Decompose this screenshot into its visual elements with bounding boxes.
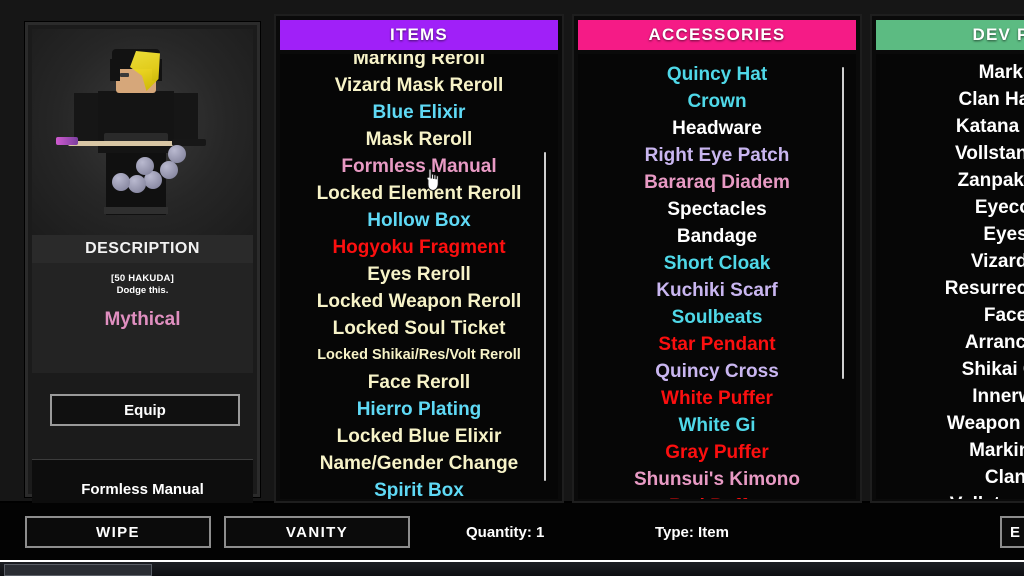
- column-header-items: ITEMS: [280, 20, 558, 50]
- list-item[interactable]: Blue Elixir: [280, 99, 558, 126]
- list-item[interactable]: Bandage: [578, 223, 856, 250]
- list-item[interactable]: Resurreccion C: [876, 275, 1024, 302]
- column-header-dev-products: DEV PRO: [876, 20, 1024, 50]
- list-item[interactable]: Eyes R: [876, 221, 1024, 248]
- list-item[interactable]: Vollstandig N: [876, 140, 1024, 167]
- list-item[interactable]: Locked Element Reroll: [280, 180, 558, 207]
- list-item[interactable]: Spectacles: [578, 196, 856, 223]
- game-screen: DESCRIPTION [50 HAKUDA] Dodge this. Myth…: [0, 0, 1024, 576]
- scrollbar-items[interactable]: [544, 151, 546, 482]
- column-accessories: ACCESSORIES Quincy Hat Crown Headware Right …: [572, 14, 862, 503]
- list-item[interactable]: Quincy Hat: [578, 61, 856, 88]
- column-list-items[interactable]: Marking Reroll Vizard Mask Reroll Blue Eli…: [280, 54, 558, 499]
- list-item[interactable]: Clan Hair Sh: [876, 86, 1024, 113]
- list-item[interactable]: Spirit Box: [280, 477, 558, 499]
- description-flavor-line: Dodge this.: [116, 285, 169, 296]
- avatar-arm-right: [172, 93, 198, 145]
- list-item[interactable]: Zanpakuto C: [876, 167, 1024, 194]
- description-stat-line: [50 HAKUDA]: [111, 273, 174, 284]
- list-item[interactable]: Marking: [876, 59, 1024, 86]
- column-header-accessories: ACCESSORIES: [578, 20, 856, 50]
- list-item[interactable]: Katana Hilt/H: [876, 113, 1024, 140]
- avatar-arm-left: [74, 93, 100, 145]
- list-item[interactable]: Crown: [578, 88, 856, 115]
- vanity-button[interactable]: VANITY: [224, 516, 410, 548]
- list-item[interactable]: Locked Weapon Reroll: [280, 288, 558, 315]
- list-item[interactable]: Hollow Box: [280, 207, 558, 234]
- inventory-panel: DESCRIPTION [50 HAKUDA] Dodge this. Myth…: [0, 0, 1024, 560]
- list-item[interactable]: Formless Manual: [280, 153, 558, 180]
- list-item[interactable]: Quincy Cross: [578, 358, 856, 385]
- list-item[interactable]: Innerworl: [876, 383, 1024, 410]
- list-item[interactable]: Headware: [578, 115, 856, 142]
- avatar-hair-side-left: [110, 59, 120, 81]
- list-item[interactable]: Locked Shikai/Res/Volt Reroll: [280, 342, 558, 369]
- list-item[interactable]: Marking R: [876, 437, 1024, 464]
- list-item[interactable]: Gray Puffer: [578, 439, 856, 466]
- list-item[interactable]: Locked Soul Ticket: [280, 315, 558, 342]
- list-item[interactable]: White Puffer: [578, 385, 856, 412]
- column-list-dev-products[interactable]: MarkingClan Hair ShKatana Hilt/HVollstan…: [876, 54, 1024, 499]
- list-item[interactable]: Hogyoku Fragment: [280, 234, 558, 261]
- list-item[interactable]: Short Cloak: [578, 250, 856, 277]
- extra-button[interactable]: E: [1000, 516, 1024, 548]
- list-item[interactable]: Soulbeats: [578, 304, 856, 331]
- list-item[interactable]: Bararaq Diadem: [578, 169, 856, 196]
- description-header: DESCRIPTION: [32, 235, 253, 263]
- os-taskbar: [0, 560, 1024, 576]
- list-item[interactable]: Clan R: [876, 464, 1024, 491]
- wipe-button[interactable]: WIPE: [25, 516, 211, 548]
- avatar-katana-hilt: [56, 137, 78, 145]
- taskbar-item[interactable]: [4, 564, 152, 576]
- description-body: [50 HAKUDA] Dodge this. Mythical: [32, 263, 253, 373]
- list-item[interactable]: Kuchiki Scarf: [578, 277, 856, 304]
- list-item[interactable]: Shikai Calle: [876, 356, 1024, 383]
- list-item[interactable]: Eyecolor: [876, 194, 1024, 221]
- avatar-belt: [104, 207, 168, 214]
- type-label: Type: Item: [655, 524, 729, 541]
- list-item[interactable]: Right Eye Patch: [578, 142, 856, 169]
- scrollbar-accessories[interactable]: [842, 67, 844, 379]
- list-item[interactable]: Eyes Reroll: [280, 261, 558, 288]
- list-item[interactable]: Hierro Plating: [280, 396, 558, 423]
- character-card: DESCRIPTION [50 HAKUDA] Dodge this. Myth…: [25, 22, 260, 519]
- equip-button[interactable]: Equip: [50, 394, 240, 426]
- column-items: ITEMS Marking Reroll Vizard Mask Reroll Blu…: [274, 14, 564, 503]
- list-item[interactable]: Arrancar M: [876, 329, 1024, 356]
- quantity-label: Quantity: 1: [466, 524, 545, 541]
- hand-pointer-cursor: [424, 168, 442, 192]
- list-item[interactable]: Star Pendant: [578, 331, 856, 358]
- list-item[interactable]: Red Puffer: [578, 493, 856, 499]
- column-list-accessories[interactable]: Quincy Hat Crown Headware Right Eye Patch Ba…: [578, 54, 856, 499]
- list-item[interactable]: Marking Reroll: [280, 54, 558, 72]
- list-item[interactable]: Weapon Appea: [876, 410, 1024, 437]
- list-item[interactable]: Vizard Mask Reroll: [280, 72, 558, 99]
- list-item[interactable]: Face R: [876, 302, 1024, 329]
- list-item[interactable]: Vollstandig Na: [876, 491, 1024, 499]
- list-item[interactable]: Face Reroll: [280, 369, 558, 396]
- avatar-eye: [120, 73, 129, 77]
- list-item[interactable]: Vizard Ma: [876, 248, 1024, 275]
- list-item[interactable]: Mask Reroll: [280, 126, 558, 153]
- rarity-label: Mythical: [104, 309, 181, 330]
- bottom-bar: WIPE VANITY Quantity: 1 Type: Item E: [0, 503, 1024, 560]
- column-dev-products: DEV PROMarkingClan Hair ShKatana Hilt/HV…: [870, 14, 1024, 503]
- list-item[interactable]: White Gi: [578, 412, 856, 439]
- selected-item-name: Formless Manual: [81, 481, 204, 498]
- list-item[interactable]: Shunsui's Kimono: [578, 466, 856, 493]
- avatar-viewport[interactable]: [32, 29, 253, 235]
- list-item[interactable]: Locked Blue Elixir: [280, 423, 558, 450]
- list-item[interactable]: Name/Gender Change: [280, 450, 558, 477]
